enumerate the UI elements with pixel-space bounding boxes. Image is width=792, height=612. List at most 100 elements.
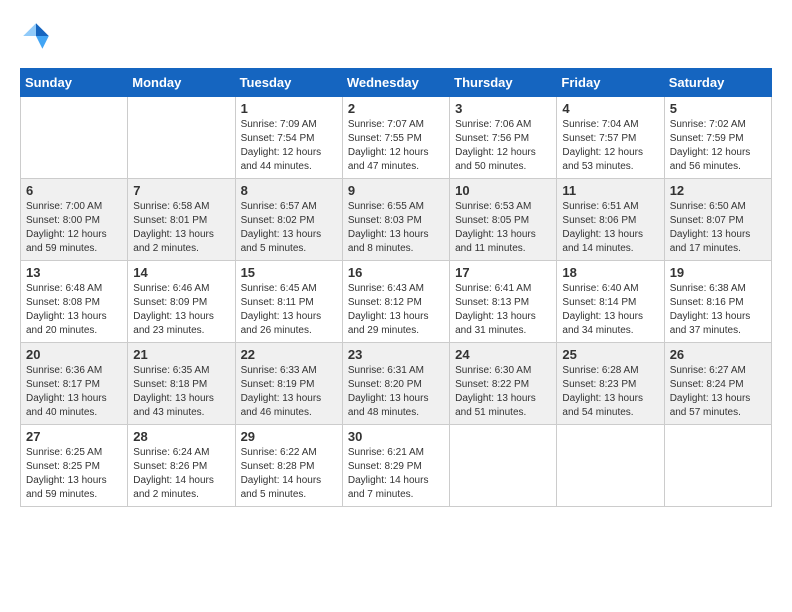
calendar-cell: 13Sunrise: 6:48 AM Sunset: 8:08 PM Dayli… <box>21 261 128 343</box>
calendar-week-row: 6 Sunrise: 7:00 AM Sunset: 8:00 PM Daylig… <box>21 179 772 261</box>
day-number: 12 <box>670 183 766 198</box>
calendar-cell: 2 Sunrise: 7:07 AM Sunset: 7:55 PM Daylig… <box>342 97 449 179</box>
calendar-cell: 17 Sunrise: 6:41 AM Sunset: 8:13 PM Dayli… <box>450 261 557 343</box>
day-info: Sunrise: 7:06 AM Sunset: 7:56 PM Dayligh… <box>455 118 551 174</box>
day-info: Sunrise: 7:04 AM Sunset: 7:57 PM Dayligh… <box>562 118 658 174</box>
calendar-header-row: SundayMondayTuesdayWednesdayThursdayFrid… <box>21 69 772 97</box>
day-header-tuesday: Tuesday <box>235 69 342 97</box>
day-number: 14 <box>133 265 229 280</box>
day-info: Sunrise: 6:57 AM Sunset: 8:02 PM Dayligh… <box>241 200 337 256</box>
calendar-week-row: 1 Sunrise: 7:09 AM Sunset: 7:54 PM Daylig… <box>21 97 772 179</box>
calendar-cell: 5 Sunrise: 7:02 AM Sunset: 7:59 PM Daylig… <box>664 97 771 179</box>
calendar-cell: 24Sunrise: 6:30 AM Sunset: 8:22 PM Dayli… <box>450 343 557 425</box>
day-number: 18 <box>562 265 658 280</box>
day-info: Sunrise: 6:41 AM Sunset: 8:13 PM Dayligh… <box>455 282 551 338</box>
calendar-cell <box>128 97 235 179</box>
logo <box>20 20 56 52</box>
calendar-cell <box>664 425 771 507</box>
day-info: Sunrise: 6:51 AM Sunset: 8:06 PM Dayligh… <box>562 200 658 256</box>
calendar-cell: 7 Sunrise: 6:58 AM Sunset: 8:01 PM Daylig… <box>128 179 235 261</box>
calendar-cell: 22 Sunrise: 6:33 AM Sunset: 8:19 PM Dayli… <box>235 343 342 425</box>
day-header-saturday: Saturday <box>664 69 771 97</box>
day-info: Sunrise: 6:21 AM Sunset: 8:29 PM Dayligh… <box>348 446 444 502</box>
day-info: Sunrise: 6:22 AM Sunset: 8:28 PM Dayligh… <box>241 446 337 502</box>
day-number: 10 <box>455 183 551 198</box>
day-number: 22 <box>241 347 337 362</box>
day-number: 17 <box>455 265 551 280</box>
day-info: Sunrise: 6:28 AM Sunset: 8:23 PM Dayligh… <box>562 364 658 420</box>
day-info: Sunrise: 6:43 AM Sunset: 8:12 PM Dayligh… <box>348 282 444 338</box>
day-number: 23 <box>348 347 444 362</box>
day-info: Sunrise: 6:45 AM Sunset: 8:11 PM Dayligh… <box>241 282 337 338</box>
day-header-sunday: Sunday <box>21 69 128 97</box>
day-info: Sunrise: 7:09 AM Sunset: 7:54 PM Dayligh… <box>241 118 337 174</box>
calendar-cell: 10Sunrise: 6:53 AM Sunset: 8:05 PM Dayli… <box>450 179 557 261</box>
calendar-cell: 8 Sunrise: 6:57 AM Sunset: 8:02 PM Daylig… <box>235 179 342 261</box>
day-number: 4 <box>562 101 658 116</box>
calendar-cell: 15 Sunrise: 6:45 AM Sunset: 8:11 PM Dayli… <box>235 261 342 343</box>
calendar-cell: 14 Sunrise: 6:46 AM Sunset: 8:09 PM Dayli… <box>128 261 235 343</box>
day-info: Sunrise: 6:25 AM Sunset: 8:25 PM Dayligh… <box>26 446 122 502</box>
calendar-cell: 11 Sunrise: 6:51 AM Sunset: 8:06 PM Dayli… <box>557 179 664 261</box>
day-number: 2 <box>348 101 444 116</box>
calendar-cell: 18 Sunrise: 6:40 AM Sunset: 8:14 PM Dayli… <box>557 261 664 343</box>
calendar-cell: 4 Sunrise: 7:04 AM Sunset: 7:57 PM Daylig… <box>557 97 664 179</box>
day-info: Sunrise: 6:58 AM Sunset: 8:01 PM Dayligh… <box>133 200 229 256</box>
day-number: 25 <box>562 347 658 362</box>
day-info: Sunrise: 7:07 AM Sunset: 7:55 PM Dayligh… <box>348 118 444 174</box>
day-number: 28 <box>133 429 229 444</box>
day-info: Sunrise: 6:33 AM Sunset: 8:19 PM Dayligh… <box>241 364 337 420</box>
day-info: Sunrise: 6:46 AM Sunset: 8:09 PM Dayligh… <box>133 282 229 338</box>
calendar-cell: 30 Sunrise: 6:21 AM Sunset: 8:29 PM Dayli… <box>342 425 449 507</box>
day-header-thursday: Thursday <box>450 69 557 97</box>
calendar-cell: 3 Sunrise: 7:06 AM Sunset: 7:56 PM Daylig… <box>450 97 557 179</box>
day-number: 30 <box>348 429 444 444</box>
day-info: Sunrise: 6:55 AM Sunset: 8:03 PM Dayligh… <box>348 200 444 256</box>
day-info: Sunrise: 6:36 AM Sunset: 8:17 PM Dayligh… <box>26 364 122 420</box>
calendar-cell <box>21 97 128 179</box>
day-number: 16 <box>348 265 444 280</box>
day-number: 21 <box>133 347 229 362</box>
calendar-week-row: 13Sunrise: 6:48 AM Sunset: 8:08 PM Dayli… <box>21 261 772 343</box>
calendar-table: SundayMondayTuesdayWednesdayThursdayFrid… <box>20 68 772 507</box>
calendar-cell: 23 Sunrise: 6:31 AM Sunset: 8:20 PM Dayli… <box>342 343 449 425</box>
calendar-cell: 26 Sunrise: 6:27 AM Sunset: 8:24 PM Dayli… <box>664 343 771 425</box>
day-header-wednesday: Wednesday <box>342 69 449 97</box>
day-number: 20 <box>26 347 122 362</box>
calendar-cell: 28 Sunrise: 6:24 AM Sunset: 8:26 PM Dayli… <box>128 425 235 507</box>
day-number: 8 <box>241 183 337 198</box>
page-header <box>20 20 772 52</box>
day-number: 3 <box>455 101 551 116</box>
day-number: 26 <box>670 347 766 362</box>
calendar-cell: 20 Sunrise: 6:36 AM Sunset: 8:17 PM Dayli… <box>21 343 128 425</box>
day-number: 9 <box>348 183 444 198</box>
calendar-week-row: 27 Sunrise: 6:25 AM Sunset: 8:25 PM Dayli… <box>21 425 772 507</box>
day-number: 11 <box>562 183 658 198</box>
day-number: 6 <box>26 183 122 198</box>
day-number: 5 <box>670 101 766 116</box>
calendar-cell: 6 Sunrise: 7:00 AM Sunset: 8:00 PM Daylig… <box>21 179 128 261</box>
day-info: Sunrise: 6:35 AM Sunset: 8:18 PM Dayligh… <box>133 364 229 420</box>
calendar-week-row: 20 Sunrise: 6:36 AM Sunset: 8:17 PM Dayli… <box>21 343 772 425</box>
day-info: Sunrise: 7:00 AM Sunset: 8:00 PM Dayligh… <box>26 200 122 256</box>
day-number: 15 <box>241 265 337 280</box>
day-info: Sunrise: 7:02 AM Sunset: 7:59 PM Dayligh… <box>670 118 766 174</box>
calendar-cell <box>557 425 664 507</box>
day-info: Sunrise: 6:30 AM Sunset: 8:22 PM Dayligh… <box>455 364 551 420</box>
day-number: 29 <box>241 429 337 444</box>
calendar-cell: 21 Sunrise: 6:35 AM Sunset: 8:18 PM Dayli… <box>128 343 235 425</box>
day-number: 1 <box>241 101 337 116</box>
day-info: Sunrise: 6:27 AM Sunset: 8:24 PM Dayligh… <box>670 364 766 420</box>
day-info: Sunrise: 6:24 AM Sunset: 8:26 PM Dayligh… <box>133 446 229 502</box>
calendar-cell <box>450 425 557 507</box>
day-info: Sunrise: 6:38 AM Sunset: 8:16 PM Dayligh… <box>670 282 766 338</box>
day-number: 27 <box>26 429 122 444</box>
day-info: Sunrise: 6:40 AM Sunset: 8:14 PM Dayligh… <box>562 282 658 338</box>
calendar-cell: 1 Sunrise: 7:09 AM Sunset: 7:54 PM Daylig… <box>235 97 342 179</box>
day-info: Sunrise: 6:31 AM Sunset: 8:20 PM Dayligh… <box>348 364 444 420</box>
day-number: 13 <box>26 265 122 280</box>
calendar-cell: 19Sunrise: 6:38 AM Sunset: 8:16 PM Dayli… <box>664 261 771 343</box>
day-header-monday: Monday <box>128 69 235 97</box>
logo-icon <box>20 20 52 52</box>
day-number: 7 <box>133 183 229 198</box>
